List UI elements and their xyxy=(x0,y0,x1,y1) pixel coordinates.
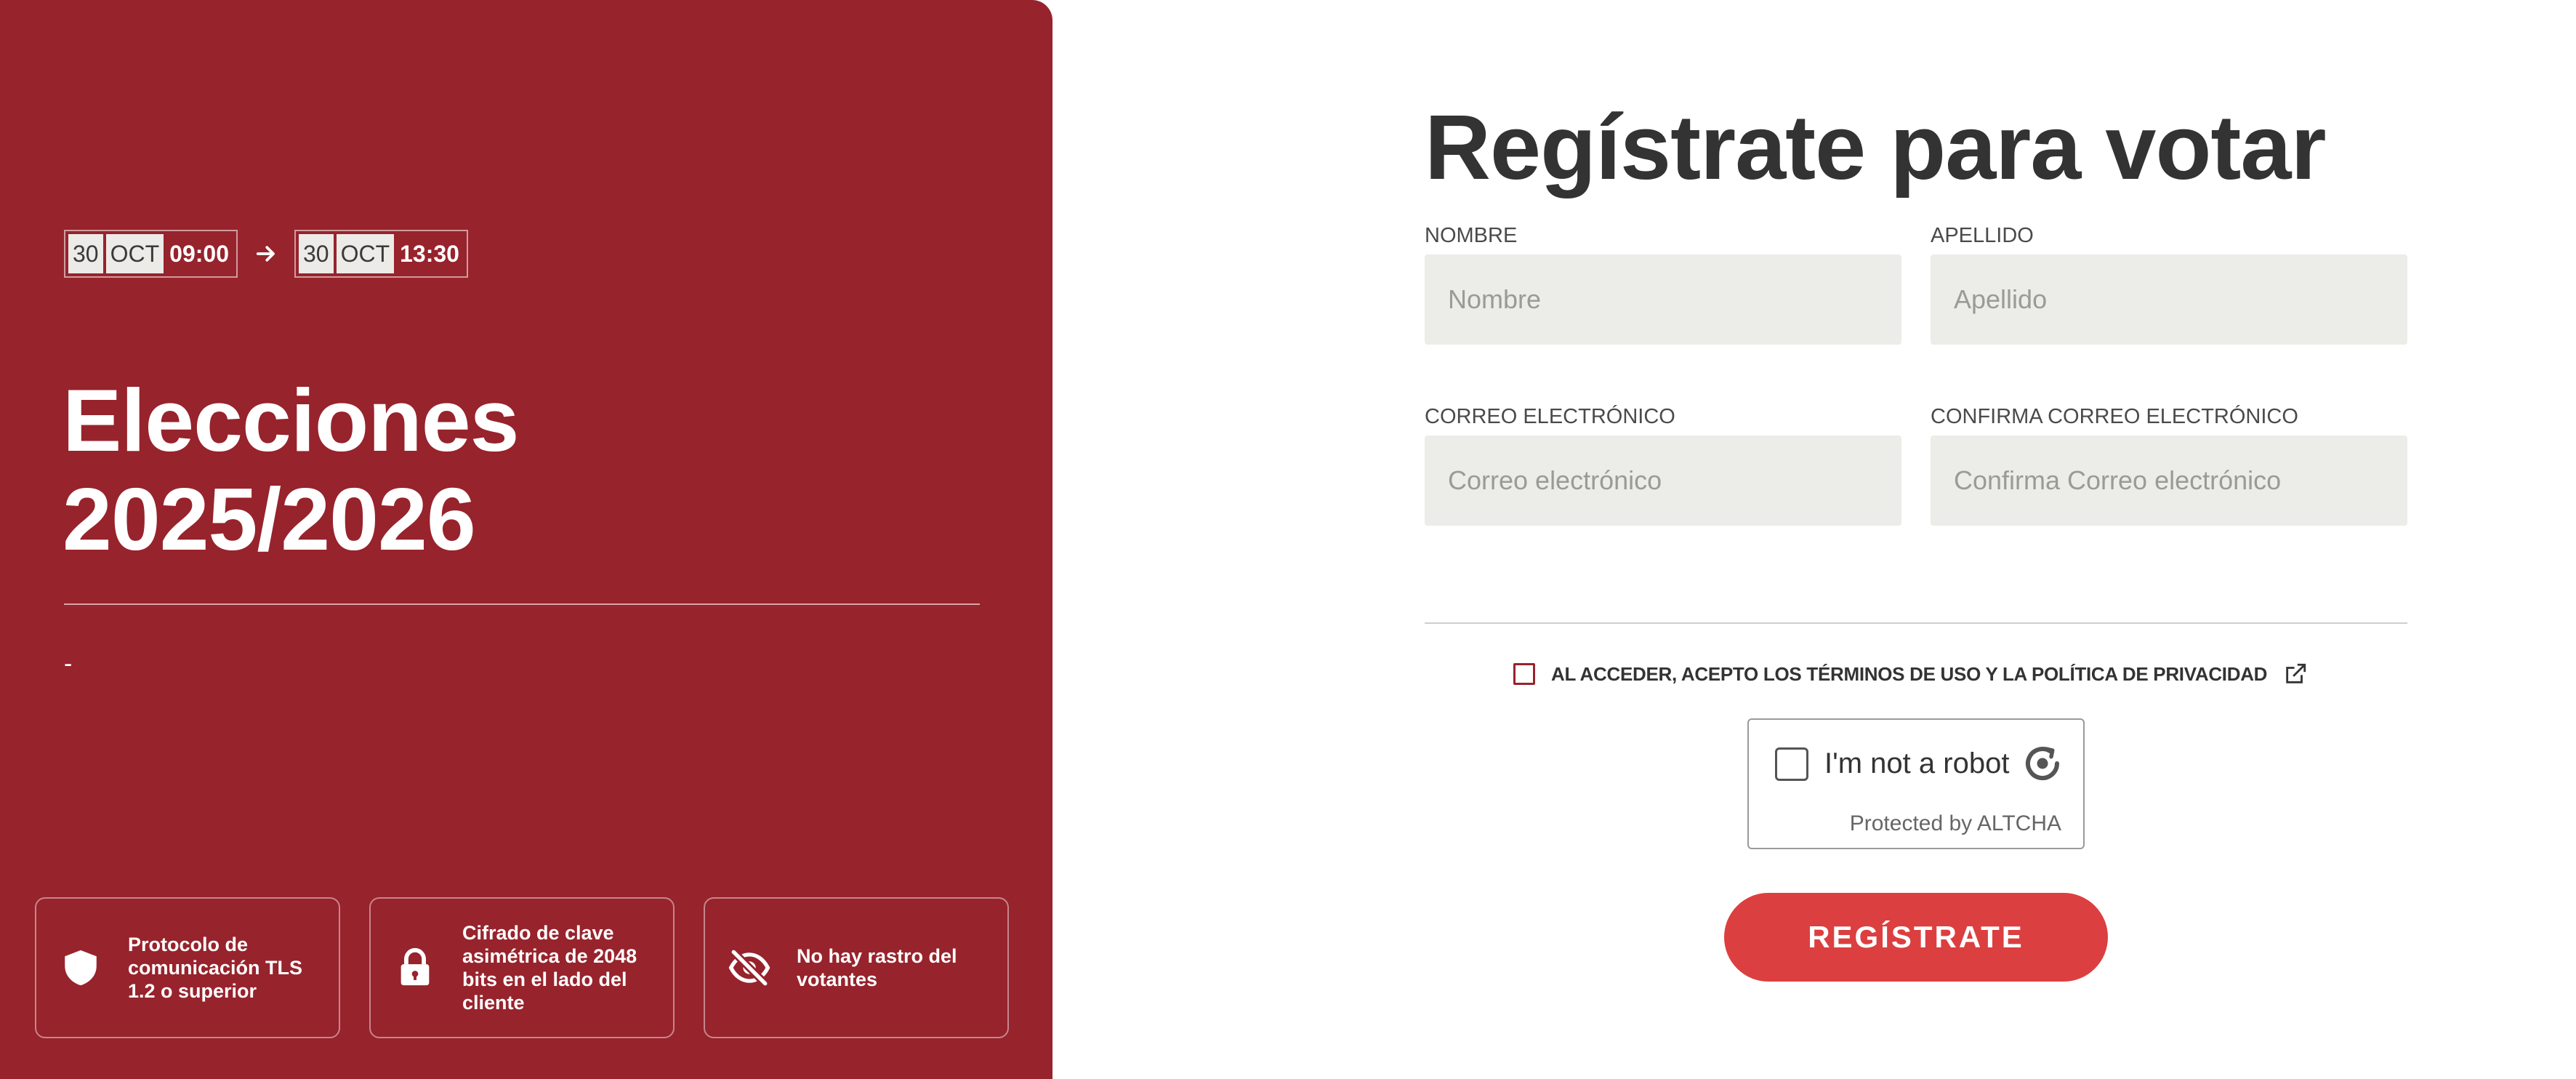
form-divider xyxy=(1425,622,2407,624)
email-confirm-label: CONFIRMA CORREO ELECTRÓNICO xyxy=(1931,405,2298,428)
captcha-widget: I'm not a robot Protected by ALTCHA xyxy=(1747,718,2085,849)
feature-anonymity: No hay rastro del votantes xyxy=(704,897,1009,1038)
feature-tls: Protocolo de comunicación TLS 1.2 o supe… xyxy=(35,897,340,1038)
lock-icon xyxy=(401,947,430,986)
event-title: Elecciones 2025/2026 xyxy=(63,371,519,569)
arrow-right-icon xyxy=(256,246,275,262)
event-title-line2: 2025/2026 xyxy=(63,470,476,569)
register-button[interactable]: REGÍSTRATE xyxy=(1724,893,2108,982)
feature-text: Cifrado de clave asimétrica de 2048 bits… xyxy=(462,922,637,1014)
email-confirm-field: CONFIRMA CORREO ELECTRÓNICO xyxy=(1931,405,2407,526)
event-subtitle: - xyxy=(64,650,73,678)
security-features: Protocolo de comunicación TLS 1.2 o supe… xyxy=(35,897,1009,1038)
feature-text: No hay rastro del votantes xyxy=(797,945,957,990)
terms-row: AL ACCEDER, ACEPTO LOS TÉRMINOS DE USO Y… xyxy=(1513,662,2308,686)
last-name-field: APELLIDO xyxy=(1931,224,2407,345)
last-name-label: APELLIDO xyxy=(1931,224,2034,247)
terms-checkbox[interactable] xyxy=(1513,663,1535,685)
email-field: CORREO ELECTRÓNICO xyxy=(1425,405,1901,526)
first-name-field: NOMBRE xyxy=(1425,224,1901,345)
external-link-icon[interactable] xyxy=(2283,662,2308,686)
start-time: 09:00 xyxy=(169,240,229,267)
end-date: 30 OCT 13:30 xyxy=(294,230,468,278)
last-name-input[interactable] xyxy=(1931,254,2407,345)
captcha-footer: Protected by ALTCHA xyxy=(1849,811,2061,835)
altcha-logo-icon xyxy=(2026,747,2059,780)
first-name-input[interactable] xyxy=(1425,254,1901,345)
event-dates: 30 OCT 09:00 30 OCT 13:30 xyxy=(64,230,468,278)
start-day: 30 xyxy=(68,234,103,273)
start-date: 30 OCT 09:00 xyxy=(64,230,238,278)
feature-encryption: Cifrado de clave asimétrica de 2048 bits… xyxy=(369,897,675,1038)
start-month: OCT xyxy=(105,234,164,273)
eye-off-icon xyxy=(728,947,770,988)
event-title-line1: Elecciones xyxy=(63,371,519,470)
email-input[interactable] xyxy=(1425,436,1901,526)
event-panel: 30 OCT 09:00 30 OCT 13:30 Elecciones 202… xyxy=(0,0,1052,1079)
shield-icon xyxy=(65,950,97,986)
end-time: 13:30 xyxy=(400,240,459,267)
email-confirm-input[interactable] xyxy=(1931,436,2407,526)
end-month: OCT xyxy=(336,234,395,273)
captcha-label[interactable]: I'm not a robot xyxy=(1824,747,2009,780)
end-day: 30 xyxy=(298,234,334,273)
email-label: CORREO ELECTRÓNICO xyxy=(1425,405,1675,428)
feature-text: Protocolo de comunicación TLS 1.2 o supe… xyxy=(128,934,303,1002)
terms-text[interactable]: AL ACCEDER, ACEPTO LOS TÉRMINOS DE USO Y… xyxy=(1551,663,2267,686)
captcha-checkbox[interactable] xyxy=(1775,747,1808,781)
first-name-label: NOMBRE xyxy=(1425,224,1518,247)
divider xyxy=(64,603,980,605)
form-title: Regístrate para votar xyxy=(1425,96,2326,198)
